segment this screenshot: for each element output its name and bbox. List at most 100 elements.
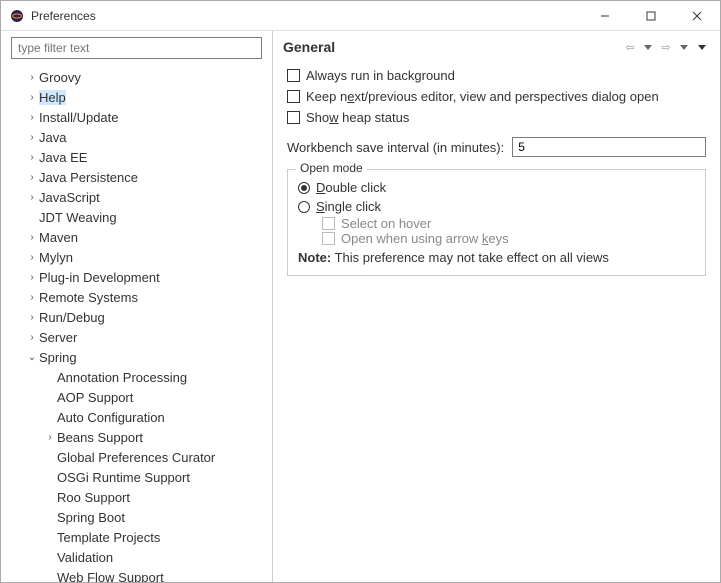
chevron-right-icon[interactable]: › — [25, 132, 39, 143]
radio-icon — [298, 182, 310, 194]
page-content: Always run in background Keep next/previ… — [273, 62, 720, 282]
tree-item[interactable]: Annotation Processing — [1, 367, 272, 387]
filter-input[interactable] — [11, 37, 262, 59]
checkbox-label: Show heap status — [306, 110, 409, 125]
tree-item-label: Groovy — [39, 70, 81, 85]
eclipse-icon — [9, 8, 25, 24]
back-icon[interactable]: ⇦ — [622, 39, 638, 55]
radio-label: Double click — [316, 180, 386, 195]
checkbox-icon — [322, 217, 335, 230]
tree-item[interactable]: Spring Boot — [1, 507, 272, 527]
tree-item-label: Annotation Processing — [57, 370, 187, 385]
chevron-right-icon[interactable]: › — [25, 332, 39, 343]
tree-item[interactable]: ⌄Spring — [1, 347, 272, 367]
tree-item[interactable]: AOP Support — [1, 387, 272, 407]
checkbox-keep-next[interactable]: Keep next/previous editor, view and pers… — [287, 89, 706, 104]
tree-item[interactable]: ›Install/Update — [1, 107, 272, 127]
tree-item[interactable]: ›Run/Debug — [1, 307, 272, 327]
tree-item-label: OSGi Runtime Support — [57, 470, 190, 485]
tree-item[interactable]: Global Preferences Curator — [1, 447, 272, 467]
preferences-window: Preferences ›Groovy›Help›Install/Update›… — [0, 0, 721, 583]
chevron-right-icon[interactable]: › — [25, 92, 39, 103]
tree-item-label: Run/Debug — [39, 310, 105, 325]
tree-item[interactable]: ›Java Persistence — [1, 167, 272, 187]
tree-item[interactable]: ›Server — [1, 327, 272, 347]
tree-item[interactable]: Validation — [1, 547, 272, 567]
page-title: General — [283, 39, 622, 55]
back-menu-icon[interactable] — [640, 39, 656, 55]
tree-item[interactable]: ›Mylyn — [1, 247, 272, 267]
tree-item-label: Global Preferences Curator — [57, 450, 215, 465]
view-menu-icon[interactable] — [694, 39, 710, 55]
save-interval-input[interactable] — [512, 137, 706, 157]
radio-double-click[interactable]: Double click — [298, 178, 695, 197]
radio-label: Single click — [316, 199, 381, 214]
page-header: General ⇦ ⇨ — [273, 31, 720, 62]
tree-item-label: Beans Support — [57, 430, 143, 445]
tree-item[interactable]: ›Beans Support — [1, 427, 272, 447]
tree-item[interactable]: ›Groovy — [1, 67, 272, 87]
checkbox-label: Open when using arrow keys — [341, 231, 509, 246]
tree-item-label: Install/Update — [39, 110, 119, 125]
checkbox-icon — [287, 111, 300, 124]
checkbox-label: Always run in background — [306, 68, 455, 83]
open-mode-legend: Open mode — [296, 161, 367, 175]
checkbox-select-hover: Select on hover — [298, 216, 695, 231]
chevron-right-icon[interactable]: › — [25, 72, 39, 83]
radio-single-click[interactable]: Single click — [298, 197, 695, 216]
checkbox-label: Keep next/previous editor, view and pers… — [306, 89, 659, 104]
forward-icon[interactable]: ⇨ — [658, 39, 674, 55]
tree-item-label: Spring Boot — [57, 510, 125, 525]
tree-item-label: AOP Support — [57, 390, 133, 405]
tree-item-label: Validation — [57, 550, 113, 565]
chevron-right-icon[interactable]: › — [25, 172, 39, 183]
minimize-button[interactable] — [582, 1, 628, 31]
tree-item[interactable]: ›Java — [1, 127, 272, 147]
tree-item-label: Roo Support — [57, 490, 130, 505]
open-mode-group: Open mode Double click Single click Sele… — [287, 169, 706, 276]
tree-item[interactable]: OSGi Runtime Support — [1, 467, 272, 487]
titlebar: Preferences — [1, 1, 720, 31]
chevron-right-icon[interactable]: › — [25, 192, 39, 203]
close-button[interactable] — [674, 1, 720, 31]
tree-item-label: JDT Weaving — [39, 210, 117, 225]
tree-item-label: Help — [39, 90, 66, 105]
tree-item-label: Web Flow Support — [57, 570, 164, 583]
checkbox-open-arrow: Open when using arrow keys — [298, 231, 695, 246]
tree-scroll[interactable]: ›Groovy›Help›Install/Update›Java›Java EE… — [1, 65, 272, 582]
chevron-right-icon[interactable]: › — [25, 312, 39, 323]
tree-item[interactable]: Web Flow Support — [1, 567, 272, 582]
checkbox-always-run[interactable]: Always run in background — [287, 68, 706, 83]
checkbox-icon — [287, 69, 300, 82]
tree-item[interactable]: ›JavaScript — [1, 187, 272, 207]
tree-item-label: Plug-in Development — [39, 270, 160, 285]
left-pane: ›Groovy›Help›Install/Update›Java›Java EE… — [1, 31, 273, 582]
maximize-button[interactable] — [628, 1, 674, 31]
filter-wrap — [1, 37, 272, 65]
save-interval-row: Workbench save interval (in minutes): — [287, 137, 706, 157]
tree-item[interactable]: ›Java EE — [1, 147, 272, 167]
checkbox-icon — [322, 232, 335, 245]
forward-menu-icon[interactable] — [676, 39, 692, 55]
tree-item[interactable]: Roo Support — [1, 487, 272, 507]
nav-icons: ⇦ ⇨ — [622, 39, 710, 55]
chevron-right-icon[interactable]: › — [25, 232, 39, 243]
checkbox-icon — [287, 90, 300, 103]
checkbox-show-heap[interactable]: Show heap status — [287, 110, 706, 125]
chevron-right-icon[interactable]: › — [43, 432, 57, 443]
tree-item[interactable]: Template Projects — [1, 527, 272, 547]
chevron-right-icon[interactable]: › — [25, 252, 39, 263]
tree-item[interactable]: ›Remote Systems — [1, 287, 272, 307]
window-buttons — [582, 1, 720, 31]
tree-item-label: Mylyn — [39, 250, 73, 265]
chevron-down-icon[interactable]: ⌄ — [25, 352, 39, 363]
chevron-right-icon[interactable]: › — [25, 272, 39, 283]
tree-item[interactable]: ›Help — [1, 87, 272, 107]
chevron-right-icon[interactable]: › — [25, 152, 39, 163]
tree-item[interactable]: JDT Weaving — [1, 207, 272, 227]
chevron-right-icon[interactable]: › — [25, 112, 39, 123]
tree-item[interactable]: ›Maven — [1, 227, 272, 247]
tree-item[interactable]: Auto Configuration — [1, 407, 272, 427]
chevron-right-icon[interactable]: › — [25, 292, 39, 303]
tree-item[interactable]: ›Plug-in Development — [1, 267, 272, 287]
